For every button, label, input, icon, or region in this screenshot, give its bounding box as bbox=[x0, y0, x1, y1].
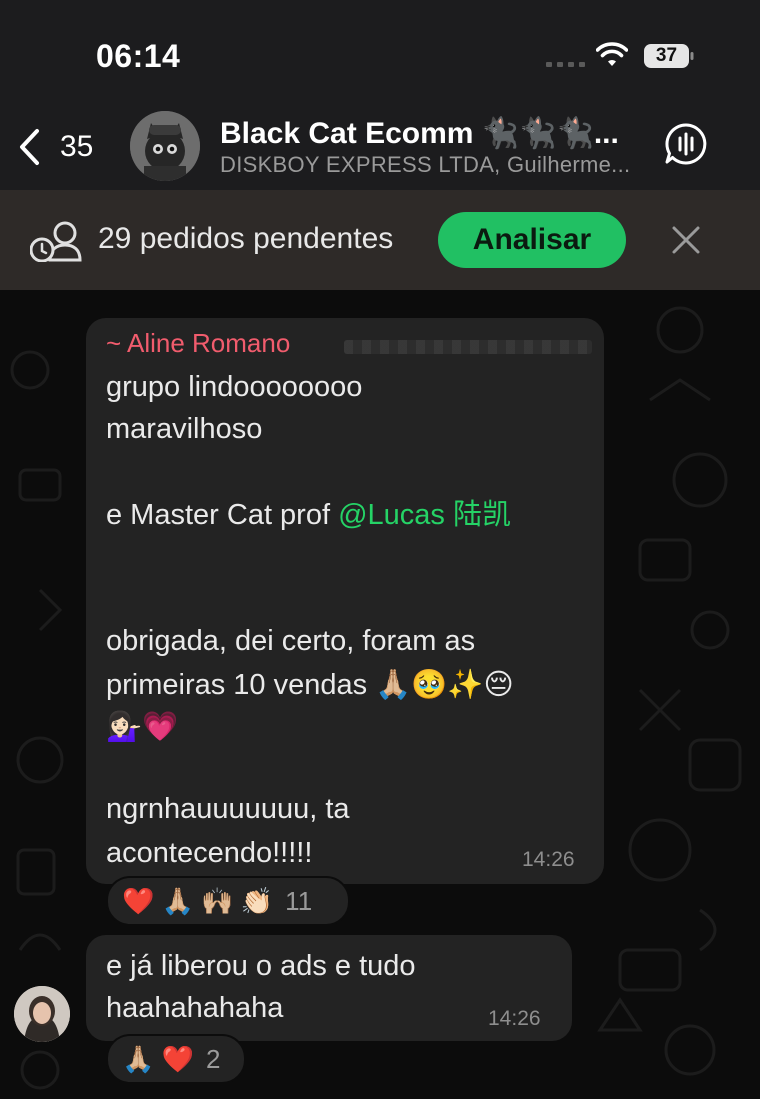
reaction-count: 2 bbox=[205, 1043, 221, 1074]
pending-requests-banner: 29 pedidos pendentes Analisar bbox=[0, 190, 760, 290]
group-avatar[interactable] bbox=[130, 111, 200, 181]
analyze-button[interactable]: Analisar bbox=[438, 212, 626, 268]
message-line: ngrnhauuuuuuu, ta bbox=[106, 793, 350, 825]
group-members[interactable]: DISKBOY EXPRESS LTDA, Guilherme... bbox=[220, 152, 640, 178]
unread-count[interactable]: 35 bbox=[60, 130, 93, 164]
message-bubble[interactable]: e já liberou o ads e tudo haahahahaha 14… bbox=[86, 935, 572, 1041]
clock: 06:14 bbox=[96, 38, 181, 74]
message-line: haahahahaha bbox=[106, 992, 284, 1024]
back-chevron-icon[interactable] bbox=[18, 128, 40, 166]
message-timestamp: 14:26 bbox=[488, 1007, 541, 1030]
pending-requests-text: 29 pedidos pendentes bbox=[98, 222, 394, 255]
signal-icon bbox=[546, 62, 585, 67]
message-line: obrigada, dei certo, foram as bbox=[106, 625, 476, 657]
reactions-pill[interactable]: 🙏🏼 ❤️ 2 bbox=[106, 1034, 246, 1084]
wifi-icon bbox=[596, 42, 628, 66]
group-title[interactable]: Black Cat Ecomm 🐈‍⬛🐈‍⬛🐈‍⬛... bbox=[220, 116, 640, 151]
sender-name[interactable]: ~ Aline Romano bbox=[106, 328, 290, 359]
message-text: e Master Cat prof bbox=[106, 499, 339, 531]
pending-orders-icon bbox=[30, 221, 82, 262]
message-line: acontecendo!!!!! bbox=[106, 837, 313, 869]
mention-link[interactable]: @Lucas 陆凯 bbox=[338, 499, 511, 531]
message-line: e já liberou o ads e tudo bbox=[106, 950, 416, 982]
message-line-mention: e Master Cat prof @Lucas 陆凯 bbox=[106, 494, 511, 536]
message-bubble[interactable]: ~ Aline Romano grupo lindoooooooo maravi… bbox=[86, 318, 604, 884]
close-icon[interactable] bbox=[670, 224, 702, 256]
reaction-emojis: ❤️ 🙏🏼 🙌🏼 👏🏻 bbox=[122, 885, 274, 916]
battery-level: 37 bbox=[655, 45, 678, 66]
reaction-count: 11 bbox=[285, 885, 313, 916]
message-line: primeiras 10 vendas 🙏🏼🥹✨😔 bbox=[106, 669, 514, 701]
reactions-pill[interactable]: ❤️ 🙏🏼 🙌🏼 👏🏻 11 bbox=[106, 876, 350, 926]
status-bar: 06:14 37 bbox=[0, 0, 760, 100]
voice-chat-icon[interactable] bbox=[664, 122, 708, 166]
chat-messages[interactable]: ~ Aline Romano grupo lindoooooooo maravi… bbox=[0, 290, 760, 1099]
sender-phone-redacted bbox=[344, 340, 592, 354]
message-line: 💁🏻‍♀️💗 bbox=[106, 711, 179, 743]
avatar[interactable] bbox=[14, 986, 70, 1042]
reaction-emojis: 🙏🏼 ❤️ bbox=[122, 1043, 194, 1074]
message-line: maravilhoso bbox=[106, 413, 263, 445]
message-timestamp: 14:26 bbox=[522, 848, 575, 871]
message-line: grupo lindoooooooo bbox=[106, 371, 363, 403]
chat-header: 35 Black Cat Ecomm 🐈‍⬛🐈‍⬛🐈‍⬛... DISKBOY … bbox=[0, 100, 760, 190]
